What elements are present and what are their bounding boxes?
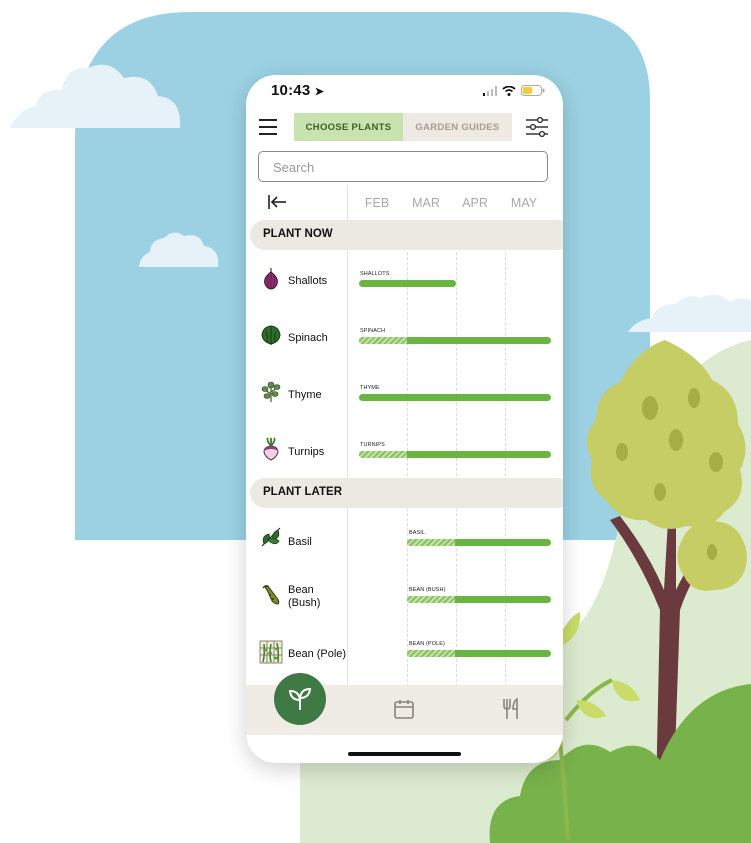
home-indicator [348,752,461,756]
search-input[interactable] [259,152,535,182]
hamburger-icon [259,119,277,121]
plant-name: Bean (Bush) [288,584,321,609]
collapse-left-icon[interactable] [266,193,288,211]
planting-window-bar [407,539,551,546]
basil-icon [261,527,281,547]
indoor-start-stripe [407,650,455,657]
spinach-icon [261,325,281,345]
bar-label: BEAN (POLE) [409,641,445,647]
tab-choose-plants[interactable]: CHOOSE PLANTS [294,113,403,141]
turnip-icon [263,437,279,461]
bar-label: BASIL [409,530,426,536]
thyme-icon [261,381,281,402]
bar-label: TURNIPS [360,442,385,448]
indoor-start-stripe [407,596,455,603]
month-label: APR [462,196,488,210]
indoor-start-stripe [407,539,455,546]
bean-bush-icon [262,585,280,605]
planting-window-bar [359,337,551,344]
location-arrow-icon: ➤ [314,86,325,98]
section-title: PLANT LATER [263,486,343,498]
planting-window-bar [359,280,456,287]
indoor-start-stripe [359,337,407,344]
plant-row-thyme[interactable]: Thyme THYME [246,367,563,424]
month-label: MAY [510,196,538,210]
signal-icon [483,85,497,96]
plant-name: Turnips [288,446,325,458]
plant-row-spinach[interactable]: Spinach SPINACH [246,310,563,367]
indoor-start-stripe [359,451,407,458]
bar-label: BEAN (BUSH) [409,587,446,593]
time-text: 10:43 [271,82,311,99]
plant-name: Bean (Pole) [288,648,347,660]
fork-knife-icon[interactable] [500,697,522,721]
plant-row-basil[interactable]: Basil BASIL [246,512,563,569]
status-icons [483,85,545,96]
planting-window-bar [407,650,551,657]
plant-row-shallots[interactable]: Shallots SHALLOTS [246,253,563,310]
section-plant-now: PLANT NOW [250,220,563,250]
plant-name: Spinach [288,332,328,344]
filter-sliders-icon[interactable] [525,116,549,138]
planting-window-bar [359,451,551,458]
wifi-icon [502,85,516,96]
status-bar: 10:43 ➤ [246,75,563,109]
bean-pole-icon [259,640,283,664]
status-time: 10:43 ➤ [271,82,324,99]
battery-icon [521,85,545,96]
plant-name: Thyme [288,389,322,401]
section-plant-later: PLANT LATER [250,478,563,508]
shallot-icon [264,268,278,290]
planting-window-bar [407,596,551,603]
tab-garden-guides[interactable]: GARDEN GUIDES [403,113,512,141]
top-bar: CHOOSE PLANTS GARDEN GUIDES [246,113,563,143]
search-field [258,151,548,182]
plant-name: Basil [288,536,312,548]
section-title: PLANT NOW [263,228,333,240]
bar-label: THYME [360,385,380,391]
plant-row-bean-bush[interactable]: Bean (Bush) BEAN (BUSH) [246,569,563,626]
hamburger-line [259,126,277,128]
view-tabs: CHOOSE PLANTS GARDEN GUIDES [294,113,512,141]
hamburger-line [259,133,277,135]
month-label: FEB [364,196,390,210]
bar-label: SPINACH [360,328,386,334]
phone-screen: 10:43 ➤ CHOOSE PLANTS GARDEN GUIDES Sear… [246,75,563,763]
menu-button[interactable] [259,119,277,135]
bar-label: SHALLOTS [360,271,390,277]
plant-row-turnips[interactable]: Turnips TURNIPS [246,424,563,481]
bottom-nav [246,673,563,735]
seedling-icon [288,687,312,710]
month-label: MAR [412,196,440,210]
plant-name: Shallots [288,275,328,287]
nav-plants-button[interactable] [274,673,326,725]
planting-timeline: FEB MAR APR MAY PLANT NOW Shallots SHALL… [246,185,563,687]
calendar-icon[interactable] [393,698,415,720]
planting-window-bar [359,394,551,401]
